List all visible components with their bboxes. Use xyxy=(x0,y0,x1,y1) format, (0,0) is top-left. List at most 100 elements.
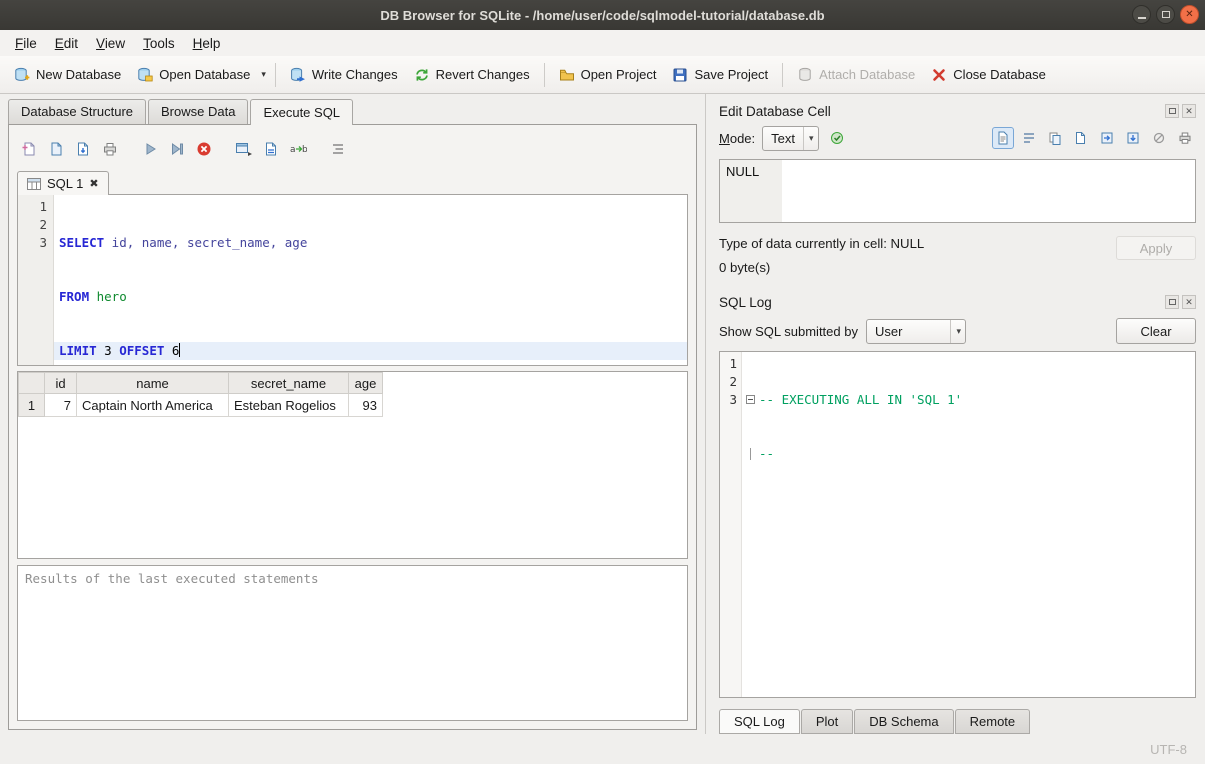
new-database-button[interactable]: New Database xyxy=(6,63,129,87)
open-project-button[interactable]: Open Project xyxy=(551,63,665,87)
clear-log-button[interactable]: Clear xyxy=(1116,318,1196,344)
text-cursor xyxy=(179,343,180,357)
line-number: 1 xyxy=(18,198,47,216)
menu-file[interactable]: File xyxy=(6,33,46,54)
submitted-by-combobox[interactable]: User ▾ xyxy=(866,319,966,344)
sql-tab-label: SQL 1 xyxy=(47,176,83,191)
open-database-dropdown[interactable]: ▾ xyxy=(258,65,269,84)
save-icon xyxy=(1074,131,1088,145)
sql-log-float-button[interactable] xyxy=(1165,295,1179,309)
titlebar: DB Browser for SQLite - /home/user/code/… xyxy=(0,0,1205,30)
row-header[interactable]: 1 xyxy=(19,394,45,417)
save-results-view-button[interactable] xyxy=(259,137,283,161)
export-results-button[interactable] xyxy=(232,137,256,161)
column-header-secret-name[interactable]: secret_name xyxy=(229,373,349,394)
apply-button[interactable]: Apply xyxy=(1116,236,1196,260)
sql-table-name: hero xyxy=(89,289,127,304)
column-header-name[interactable]: name xyxy=(77,373,229,394)
cell-id[interactable]: 7 xyxy=(45,394,77,417)
new-database-label: New Database xyxy=(36,67,121,82)
print-sql-button[interactable] xyxy=(98,137,122,161)
tab-browse-data[interactable]: Browse Data xyxy=(148,99,248,124)
mode-label: Mode: xyxy=(719,131,755,146)
save-results-icon xyxy=(263,141,279,157)
attach-database-button: Attach Database xyxy=(789,63,923,87)
log-comment: -- EXECUTING ALL IN 'SQL 1' xyxy=(759,392,962,407)
sql-log-close-button[interactable]: ✕ xyxy=(1182,295,1196,309)
export-icon xyxy=(1126,131,1140,145)
dock-tab-db-schema[interactable]: DB Schema xyxy=(854,709,953,734)
save-sql-file-button[interactable] xyxy=(71,137,95,161)
edit-cell-header: Edit Database Cell ✕ xyxy=(719,101,1196,121)
menu-edit[interactable]: Edit xyxy=(46,33,87,54)
export-cell-button[interactable] xyxy=(1122,127,1144,149)
import-cell-button[interactable] xyxy=(1096,127,1118,149)
cell-value: NULL xyxy=(720,160,782,222)
tab-execute-sql[interactable]: Execute SQL xyxy=(250,99,353,125)
edit-cell-close-button[interactable]: ✕ xyxy=(1182,104,1196,118)
sql-tab-bar: SQL 1 ✖ xyxy=(17,166,688,194)
revert-changes-label: Revert Changes xyxy=(436,67,530,82)
sql-keyword: FROM xyxy=(59,289,89,304)
float-icon xyxy=(1169,108,1176,114)
dock-tab-remote[interactable]: Remote xyxy=(955,709,1031,734)
fold-toggle-icon[interactable] xyxy=(746,395,755,404)
open-sql-file-button[interactable] xyxy=(44,137,68,161)
cell-editor[interactable]: NULL xyxy=(719,159,1196,223)
mode-combobox[interactable]: Text ▾ xyxy=(762,126,818,151)
format-sql-button[interactable] xyxy=(326,137,350,161)
column-header-age[interactable]: age xyxy=(349,373,383,394)
print-cell-button[interactable] xyxy=(1174,127,1196,149)
maximize-icon xyxy=(1162,11,1170,18)
sql-number: 6 xyxy=(164,343,179,358)
open-project-icon xyxy=(559,67,575,83)
dock-tab-sql-log[interactable]: SQL Log xyxy=(719,709,800,734)
table-row[interactable]: 1 7 Captain North America Esteban Rogeli… xyxy=(19,394,383,417)
menu-view[interactable]: View xyxy=(87,33,134,54)
cell-secret-name[interactable]: Esteban Rogelios xyxy=(229,394,349,417)
write-changes-button[interactable]: Write Changes xyxy=(282,63,406,87)
line-number: 3 xyxy=(720,391,737,409)
word-wrap-button[interactable] xyxy=(1018,127,1040,149)
close-icon: ✕ xyxy=(1185,297,1193,308)
maximize-button[interactable] xyxy=(1156,5,1175,24)
cell-name[interactable]: Captain North America xyxy=(77,394,229,417)
close-window-button[interactable]: ✕ xyxy=(1180,5,1199,24)
execute-all-button[interactable] xyxy=(138,137,162,161)
tab-database-structure[interactable]: Database Structure xyxy=(8,99,146,124)
minimize-button[interactable] xyxy=(1132,5,1151,24)
menu-tools[interactable]: Tools xyxy=(134,33,184,54)
open-sql-tab-button[interactable] xyxy=(17,137,41,161)
save-cell-button[interactable] xyxy=(1070,127,1092,149)
attach-database-icon xyxy=(797,67,813,83)
close-database-button[interactable]: Close Database xyxy=(923,63,1054,87)
code-area[interactable]: SELECT id, name, secret_name, age FROM h… xyxy=(54,195,687,365)
stop-execution-button[interactable] xyxy=(192,137,216,161)
menu-help[interactable]: Help xyxy=(184,33,230,54)
revert-changes-button[interactable]: Revert Changes xyxy=(406,63,538,87)
edit-cell-float-button[interactable] xyxy=(1165,104,1179,118)
window-controls: ✕ xyxy=(1132,5,1199,24)
sql-tab-icon xyxy=(27,178,41,190)
sql-code-editor[interactable]: 1 2 3 SELECT id, name, secret_name, age … xyxy=(17,194,688,366)
sql-1-tab[interactable]: SQL 1 ✖ xyxy=(17,171,109,195)
apply-mode-button[interactable] xyxy=(826,127,848,149)
cell-type-text: Type of data currently in cell: NULL xyxy=(719,236,924,251)
save-project-button[interactable]: Save Project xyxy=(664,63,776,87)
execute-line-icon xyxy=(169,141,185,157)
sql-log-view[interactable]: 1 2 3 -- EXECUTING ALL IN 'SQL 1' -- xyxy=(719,351,1196,698)
column-header-id[interactable]: id xyxy=(45,373,77,394)
refresh-icon xyxy=(829,130,845,146)
cell-age[interactable]: 93 xyxy=(349,394,383,417)
copy-cell-button[interactable] xyxy=(1044,127,1066,149)
dock-tab-plot[interactable]: Plot xyxy=(801,709,853,734)
write-changes-icon xyxy=(290,67,306,83)
execute-line-button[interactable] xyxy=(165,137,189,161)
mode-value: Text xyxy=(771,131,795,146)
auto-complete-button[interactable]: ab xyxy=(286,137,310,161)
float-icon xyxy=(1169,299,1176,305)
set-null-button[interactable] xyxy=(1148,127,1170,149)
open-database-button[interactable]: Open Database xyxy=(129,63,258,87)
text-mode-button[interactable] xyxy=(992,127,1014,149)
sql-tab-close-icon[interactable]: ✖ xyxy=(89,177,98,190)
